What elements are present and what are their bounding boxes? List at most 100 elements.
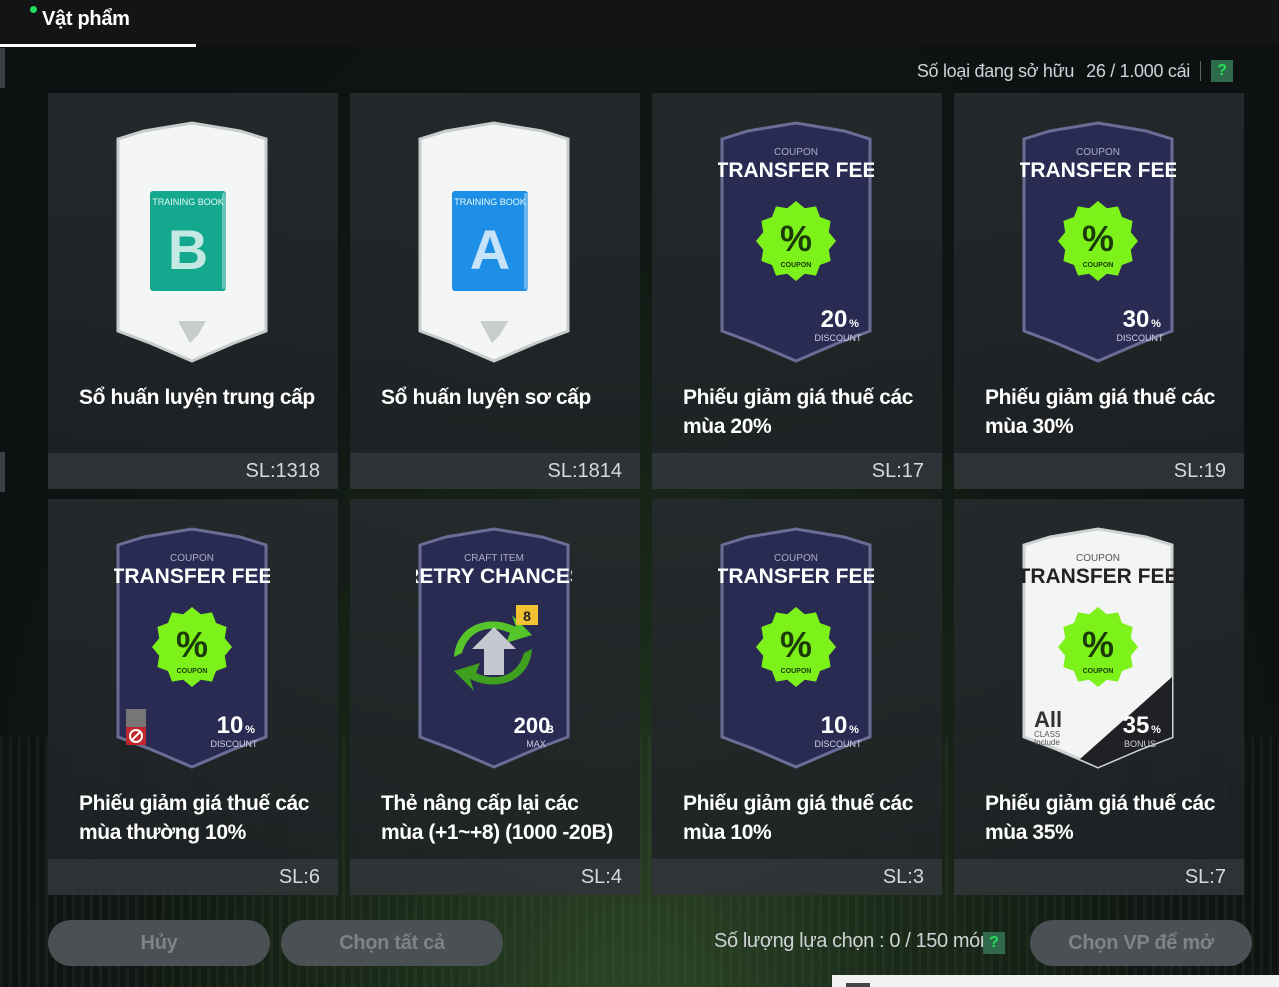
item-unit: % [245,724,255,736]
item-card-art: COUPONTRANSFER FEE%COUPON10 %DISCOUNT [718,527,874,769]
item-title: TRANSFER FEE [1020,159,1176,182]
item-card[interactable]: CRAFT ITEMRETRY CHANCES 8 200BMAX Thẻ nâng … [350,499,640,895]
coupon-percent-glyph: % [780,624,812,665]
book-tag: TRAINING BOOK [454,197,526,207]
item-footnote: DISCOUNT [1117,333,1165,343]
divider [1200,61,1201,81]
coupon-badge-label: COUPON [1083,668,1114,675]
level-badge: 8 [523,608,531,624]
item-name: Sổ huấn luyện trung cấp [79,386,315,409]
item-footnote: DISCOUNT [815,739,863,749]
item-title: RETRY CHANCES [416,565,572,588]
item-value: 10 [217,712,244,739]
class-include-label: Include [1034,738,1060,747]
item-footnote: DISCOUNT [211,739,259,749]
item-unit: % [849,318,859,330]
coupon-percent-glyph: % [1082,624,1114,665]
item-value: 30 [1123,306,1150,333]
restricted-icon [126,709,146,745]
item-value: 10 [821,712,848,739]
overlay-panel-edge [832,975,1279,987]
item-name: Sổ huấn luyện sơ cấp [381,386,591,409]
select-all-button[interactable]: Chọn tất cả [281,920,503,966]
item-subtitle: COUPON [774,147,818,158]
item-quantity: SL:4 [580,866,622,888]
item-quantity: SL:19 [1173,460,1226,482]
item-title: TRANSFER FEE [114,565,270,588]
coupon-percent-glyph: % [1082,218,1114,259]
open-selected-button[interactable]: Chọn VP để mở [1030,920,1252,966]
item-artwork: COUPON TRANSFER FEE% COUPON 10% DISCOUNT [718,527,874,769]
item-quantity: SL:1318 [245,460,320,482]
cancel-button[interactable]: Hủy [48,920,270,966]
help-icon[interactable]: ? [983,932,1005,954]
item-card[interactable]: COUPON TRANSFER FEE% COUPON 10% DISCOUNT Phiế… [652,499,942,895]
item-name: Thẻ nâng cấp lại các mùa (+1~+8) (1000 -… [381,792,613,844]
item-quantity: SL:17 [871,460,924,482]
item-subtitle: COUPON [1076,553,1120,564]
class-all-label: All [1034,707,1062,732]
book-letter: A [470,218,510,281]
item-grid: TRAINING BOOK B Sổ huấn luyện trung cấp SL:… [48,93,1245,895]
coupon-badge-label: COUPON [781,668,812,675]
item-card-art: COUPONTRANSFER FEE%COUPON35 %BONUSAllCLAS… [1020,527,1176,769]
item-artwork: COUPON TRANSFER FEE% COUPON 10% DISCOUNT [114,527,270,769]
item-quantity: SL:7 [1184,866,1226,888]
item-card-art: COUPONTRANSFER FEE%COUPON20 %DISCOUNT [718,121,874,363]
top-bar: Vật phẩm [0,0,1279,47]
item-value: 35 [1123,712,1150,739]
item-card[interactable]: COUPON TRANSFER FEE% COUPON 35% BONUS All CLAS… [954,499,1244,895]
item-subtitle: CRAFT ITEM [464,553,524,564]
item-artwork: COUPON TRANSFER FEE% COUPON 35% BONUS All CLAS… [1020,527,1176,769]
coupon-badge-label: COUPON [1083,262,1114,269]
coupon-badge-label: COUPON [177,668,208,675]
item-name: Phiếu giảm giá thuế các mùa 20% [683,386,914,438]
item-card-art: COUPONTRANSFER FEE%COUPON30 %DISCOUNT [1020,121,1176,363]
item-card-art: COUPONTRANSFER FEE%COUPON10 %DISCOUNT [114,527,270,769]
item-value: 20 [821,306,848,333]
item-unit: % [849,724,859,736]
item-value: 200 [514,713,551,738]
item-artwork: TRAINING BOOK A [416,121,572,363]
item-name: Phiếu giảm giá thuế các mùa 30% [985,386,1216,438]
side-scroll-mark [0,48,5,88]
selection-count: Số lượng lựa chọn : 0 / 150 món [714,930,991,952]
item-unit: % [1151,724,1161,736]
item-card[interactable]: TRAINING BOOK B Sổ huấn luyện trung cấp SL:… [48,93,338,489]
item-subtitle: COUPON [1076,147,1120,158]
coupon-percent-glyph: % [780,218,812,259]
item-name: Phiếu giảm giá thuế các mùa 10% [683,792,914,844]
item-footnote: BONUS [1124,739,1156,749]
book-letter: B [168,218,208,281]
item-footnote: MAX [526,739,546,749]
item-quantity: SL:1814 [547,460,622,482]
item-card[interactable]: COUPON TRANSFER FEE% COUPON 10% DISCOUNT Phiế… [48,499,338,895]
item-card[interactable]: TRAINING BOOK A Sổ huấn luyện sơ cấp SL:181… [350,93,640,489]
book-tag: TRAINING BOOK [152,197,224,207]
owned-summary: Số loại đang sở hữu 26 / 1.000 cái ? [917,58,1233,84]
item-quantity: SL:6 [278,866,320,888]
item-unit: B [546,724,554,736]
coupon-percent-glyph: % [176,624,208,665]
item-card-art: TRAINING BOOK A [418,121,570,363]
item-card[interactable]: COUPON TRANSFER FEE% COUPON 20% DISCOUNT Phiế… [652,93,942,489]
tab-items[interactable]: Vật phẩm [0,0,196,47]
item-subtitle: COUPON [170,553,214,564]
item-artwork: COUPON TRANSFER FEE% COUPON 20% DISCOUNT [718,121,874,363]
item-title: TRANSFER FEE [1020,565,1176,588]
item-card-art: TRAINING BOOK B [116,121,268,363]
item-artwork: CRAFT ITEMRETRY CHANCES 8 200BMAX [416,527,572,769]
item-quantity: SL:3 [882,866,924,888]
item-subtitle: COUPON [774,553,818,564]
coupon-badge-label: COUPON [781,262,812,269]
owned-count: 26 / 1.000 cái [1086,60,1190,81]
item-artwork: TRAINING BOOK B [114,121,270,363]
item-name: Phiếu giảm giá thuế các mùa 35% [985,792,1216,844]
item-artwork: COUPON TRANSFER FEE% COUPON 30% DISCOUNT [1020,121,1176,363]
item-card[interactable]: COUPON TRANSFER FEE% COUPON 30% DISCOUNT Phiế… [954,93,1244,489]
tab-label: Vật phẩm [42,8,130,30]
help-icon[interactable]: ? [1211,60,1233,82]
new-indicator-dot [30,6,37,13]
item-footnote: DISCOUNT [815,333,863,343]
side-scroll-mark [0,452,5,492]
